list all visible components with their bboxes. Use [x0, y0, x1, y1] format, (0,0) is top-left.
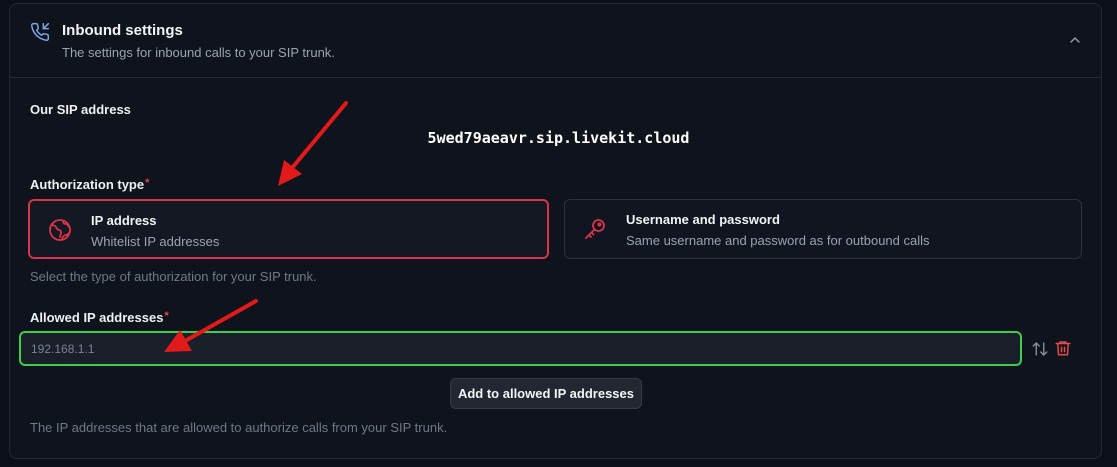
auth-option-ip-address[interactable]: IP address Whitelist IP addresses [28, 199, 549, 259]
globe-icon [48, 218, 72, 242]
auth-option-title: Username and password [626, 212, 780, 227]
key-icon [583, 217, 607, 241]
sip-address-value: 5wed79aeavr.sip.livekit.cloud [427, 129, 690, 147]
auth-option-description: Whitelist IP addresses [91, 234, 220, 249]
chevron-up-icon[interactable] [1067, 32, 1083, 48]
auth-option-description: Same username and password as for outbou… [626, 233, 930, 248]
phone-incoming-icon [30, 22, 50, 42]
panel-title: Inbound settings [62, 22, 183, 39]
required-mark: * [164, 310, 169, 322]
authorization-type-label: Authorization type* [30, 177, 149, 192]
ip-address-input[interactable] [19, 331, 1022, 366]
allowed-ip-help-text: The IP addresses that are allowed to aut… [30, 420, 448, 435]
reorder-arrows-icon[interactable] [1031, 340, 1049, 358]
add-to-allowed-ip-button[interactable]: Add to allowed IP addresses [450, 378, 642, 409]
sip-address-label: Our SIP address [30, 102, 131, 117]
trash-icon[interactable] [1054, 339, 1072, 357]
authorization-type-label-text: Authorization type [30, 177, 145, 192]
authorization-help-text: Select the type of authorization for you… [30, 269, 317, 284]
allowed-ip-label: Allowed IP addresses* [30, 310, 169, 325]
required-mark: * [145, 177, 150, 189]
panel-header: Inbound settings The settings for inboun… [10, 4, 1101, 78]
auth-option-title: IP address [91, 213, 157, 228]
auth-option-username-password[interactable]: Username and password Same username and … [564, 199, 1082, 259]
panel-description: The settings for inbound calls to your S… [62, 45, 335, 60]
allowed-ip-label-text: Allowed IP addresses [30, 310, 164, 325]
